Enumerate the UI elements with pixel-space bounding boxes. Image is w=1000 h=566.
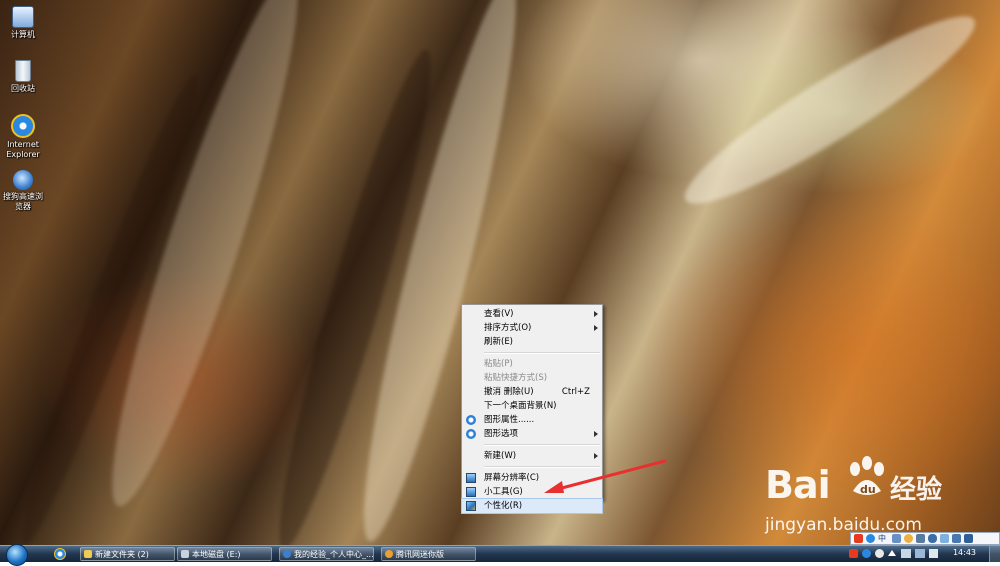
submenu-arrow-icon (594, 325, 598, 331)
sogou-tray-icon[interactable] (849, 549, 858, 558)
watermark-name: 经验 (890, 475, 943, 505)
menu-item-sort-by[interactable]: 排序方式(O) (462, 321, 602, 335)
show-hidden-icons-icon[interactable] (888, 550, 896, 556)
punctuation-icon[interactable] (892, 534, 901, 543)
shortcut-label: Ctrl+Z (561, 387, 590, 397)
desktop[interactable]: 计算机 回收站 Internet Explorer 搜狗高速浏览器 查看(V) … (0, 0, 1000, 545)
menu-item-personalize[interactable]: 个性化(R) (461, 498, 603, 514)
network-icon[interactable] (915, 549, 925, 558)
submenu-arrow-icon (594, 431, 598, 437)
graphics-options-icon (466, 429, 476, 439)
desktop-icon-recycle-bin[interactable]: 回收站 (0, 60, 46, 94)
system-tray: 14:43 (845, 546, 1000, 562)
desktop-icon-computer[interactable]: 计算机 (0, 6, 46, 40)
taskbar-button-browser[interactable]: 我的经验_个人中心_... (279, 547, 374, 561)
sogou-ime-icon[interactable] (854, 534, 863, 543)
menu-item-graphics-options[interactable]: 图形选项 (462, 427, 602, 441)
skin-icon[interactable] (940, 534, 949, 543)
menu-separator (484, 444, 600, 446)
tray-status-icon[interactable] (875, 549, 884, 558)
watermark-brand: Bai (765, 463, 831, 507)
microphone-icon[interactable] (928, 534, 937, 543)
action-center-icon[interactable] (901, 549, 911, 558)
menu-item-paste: 粘贴(P) (484, 359, 513, 369)
baidu-paw-icon: du (850, 456, 884, 496)
menu-item-refresh[interactable]: 刷新(E) (462, 335, 602, 349)
gadgets-icon (466, 487, 476, 497)
personalize-icon (466, 501, 476, 511)
keyboard-icon[interactable] (916, 534, 925, 543)
menu-item-next-background[interactable]: 下一个桌面背景(N) (462, 399, 602, 413)
annotation-arrow (544, 459, 667, 493)
drive-icon (181, 550, 189, 558)
taskbar-clock[interactable]: 14:43 (953, 548, 976, 557)
show-desktop-button[interactable] (989, 546, 1000, 562)
volume-icon[interactable] (929, 549, 938, 558)
emoji-icon[interactable] (904, 534, 913, 543)
menu-item-paste-shortcut: 粘贴快捷方式(S) (484, 373, 548, 383)
menu-separator (484, 352, 600, 354)
desktop-icon-sogou-browser[interactable]: 搜狗高速浏览器 (0, 170, 46, 212)
folder-icon (84, 550, 92, 558)
taskbar: 新建文件夹 (2) 本地磁盘 (E:) 我的经验_个人中心_... 腾讯网迷你版… (0, 544, 1000, 566)
graphics-properties-icon (466, 415, 476, 425)
start-button[interactable] (6, 544, 28, 566)
taskbar-button-new-folder[interactable]: 新建文件夹 (2) (80, 547, 175, 561)
menu-item-undo-delete[interactable]: 撤消 删除(U) Ctrl+Z (462, 385, 602, 399)
ime-language-label[interactable]: 中 (878, 533, 886, 544)
recycle-bin-icon (15, 60, 31, 82)
qq-icon (385, 550, 393, 558)
quicklaunch-internet-explorer-icon[interactable] (54, 548, 66, 560)
qq-tray-icon[interactable] (862, 549, 871, 558)
desktop-icon-internet-explorer[interactable]: Internet Explorer (0, 114, 46, 160)
menu-item-view[interactable]: 查看(V) (462, 307, 602, 321)
watermark-brand-tail: du (860, 483, 876, 496)
taskbar-button-qq-mini[interactable]: 腾讯网迷你版 (381, 547, 476, 561)
screen-resolution-icon (466, 473, 476, 483)
sogou-browser-icon (13, 170, 33, 190)
taskbar-button-local-disk[interactable]: 本地磁盘 (E:) (177, 547, 272, 561)
tools-icon[interactable] (952, 534, 961, 543)
settings-icon[interactable] (964, 534, 973, 543)
internet-explorer-icon (11, 114, 35, 138)
menu-item-graphics-properties[interactable]: 图形属性...... (462, 413, 602, 427)
ime-toolbar[interactable]: 中 (850, 532, 1000, 545)
help-icon[interactable] (866, 534, 875, 543)
submenu-arrow-icon (594, 311, 598, 317)
sogou-browser-icon (283, 550, 291, 558)
computer-icon (12, 6, 34, 28)
